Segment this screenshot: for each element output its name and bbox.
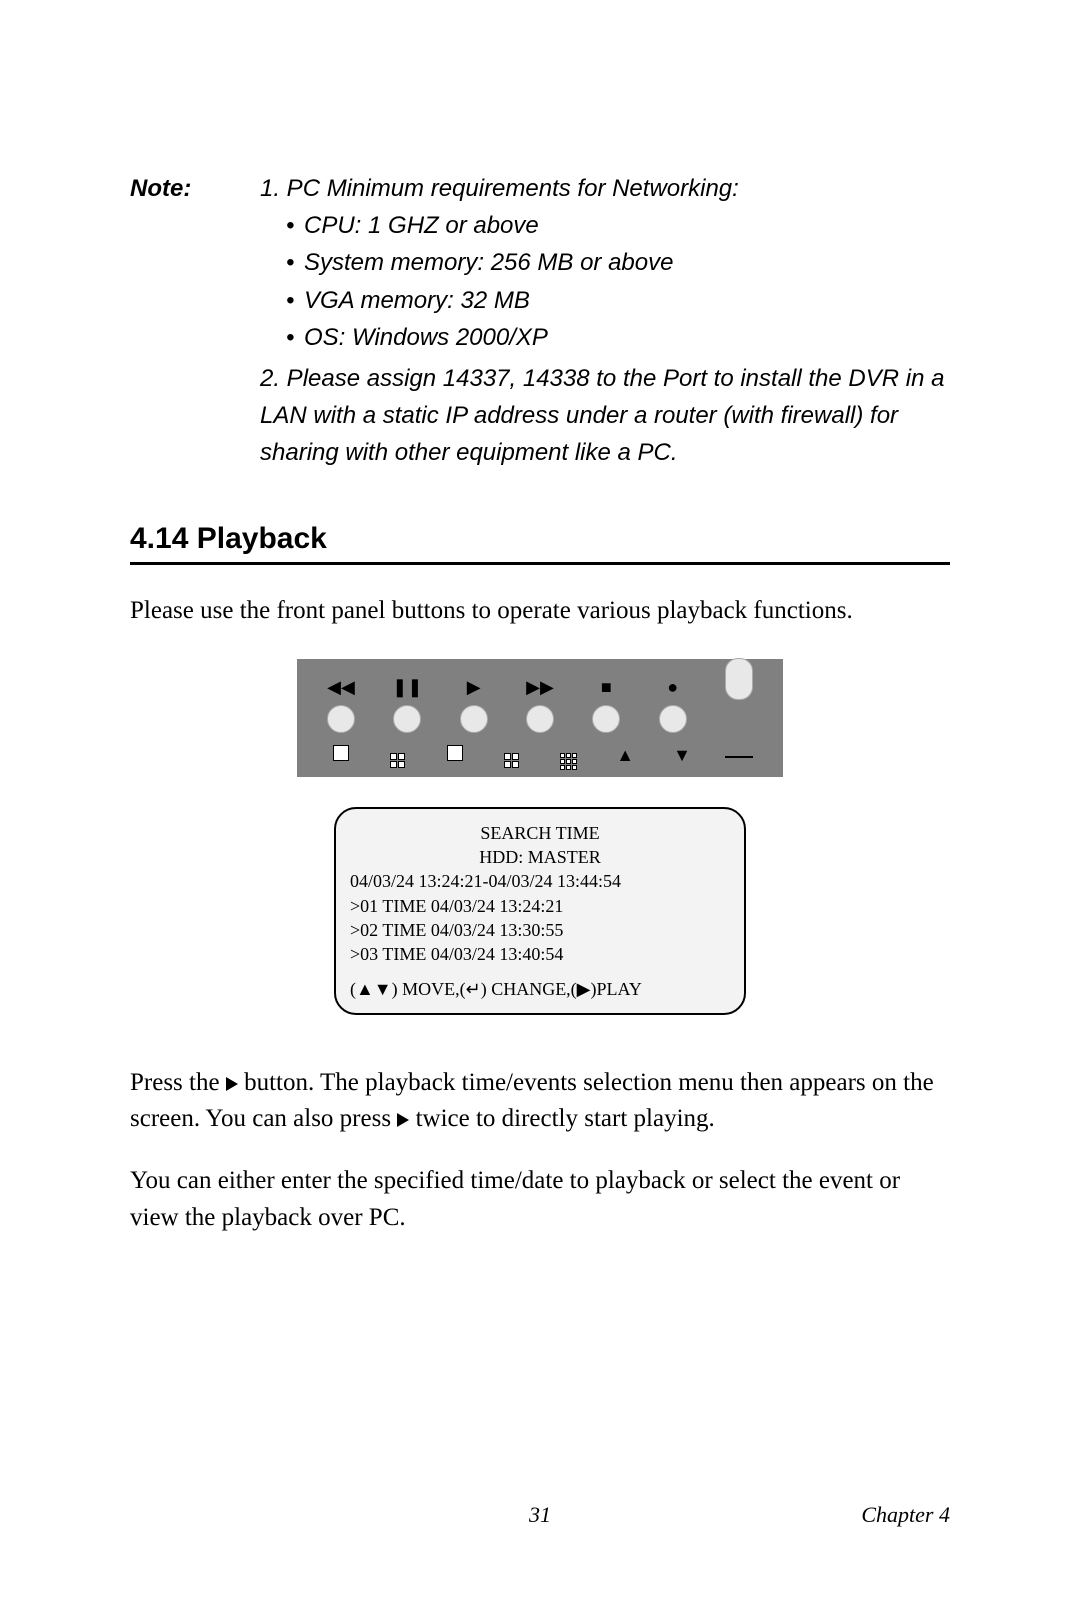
enter-button-graphic [713, 664, 765, 711]
note-item-1-lead: 1. PC Minimum requirements for Networkin… [260, 170, 950, 207]
paragraph-press-play: Press the button. The playback time/even… [130, 1065, 950, 1138]
paragraph-intro: Please use the front panel buttons to op… [130, 593, 950, 629]
note-label: Note: [130, 170, 260, 472]
rewind-icon: ◀◀ [315, 677, 367, 698]
note-item-2: 2. Please assign 14337, 14338 to the Por… [260, 360, 950, 472]
play-triangle-icon [397, 1113, 409, 1127]
page: Note: 1. PC Minimum requirements for Net… [0, 0, 1080, 1618]
view-quad-icon [372, 744, 424, 768]
play-icon: ▶ [448, 677, 500, 698]
play-triangle-icon [226, 1077, 238, 1091]
note-block: Note: 1. PC Minimum requirements for Net… [130, 170, 950, 472]
paragraph-options: You can either enter the specified time/… [130, 1163, 950, 1236]
button-circle [647, 705, 699, 738]
panel-row-buttons [315, 705, 765, 739]
view-grid-icon [542, 742, 594, 770]
note-body: 1. PC Minimum requirements for Networkin… [260, 170, 950, 472]
note-bullet-vga: VGA memory: 32 MB [286, 282, 950, 319]
panel-row-view: ▲ ▼ [315, 739, 765, 773]
button-circle [448, 705, 500, 738]
osd-range: 04/03/24 13:24:21-04/03/24 13:44:54 [350, 869, 730, 893]
view-single2-icon [429, 745, 481, 766]
note-bullet-list: CPU: 1 GHZ or above System memory: 256 M… [260, 207, 950, 356]
osd-hint: (▲▼) MOVE,(↵) CHANGE,(▶)PLAY [350, 977, 730, 1001]
button-circle [315, 705, 367, 738]
p2-part-a: Press the [130, 1069, 226, 1096]
page-number: 31 [130, 1502, 950, 1528]
view-single-icon [315, 745, 367, 766]
front-panel-graphic: ◀◀ ❚❚ ▶ ▶▶ ■ ● [297, 659, 783, 777]
chapter-label: Chapter 4 [861, 1502, 950, 1528]
osd-entry-1: >01 TIME 04/03/24 13:24:21 [350, 894, 730, 918]
down-icon: ▼ [656, 745, 708, 766]
stop-icon: ■ [580, 677, 632, 698]
button-circle [381, 705, 433, 738]
button-circle [580, 705, 632, 738]
panel-row-icons: ◀◀ ❚❚ ▶ ▶▶ ■ ● [315, 671, 765, 705]
osd-entry-2: >02 TIME 04/03/24 13:30:55 [350, 918, 730, 942]
osd-screen-graphic: SEARCH TIME HDD: MASTER 04/03/24 13:24:2… [334, 807, 746, 1015]
ffwd-icon: ▶▶ [514, 677, 566, 698]
section-rule [130, 562, 950, 565]
view-multi-icon [486, 744, 538, 768]
osd-title: SEARCH TIME [350, 821, 730, 845]
pause-icon: ❚❚ [381, 677, 433, 698]
button-circle [514, 705, 566, 738]
figure-wrap: ◀◀ ❚❚ ▶ ▶▶ ■ ● [130, 659, 950, 1015]
note-bullet-cpu: CPU: 1 GHZ or above [286, 207, 950, 244]
up-icon: ▲ [599, 745, 651, 766]
record-icon: ● [647, 677, 699, 698]
section-heading: 4.14 Playback [130, 522, 950, 556]
osd-hdd: HDD: MASTER [350, 845, 730, 869]
note-bullet-os: OS: Windows 2000/XP [286, 319, 950, 356]
note-bullet-memory: System memory: 256 MB or above [286, 244, 950, 281]
osd-entry-3: >03 TIME 04/03/24 13:40:54 [350, 942, 730, 966]
page-footer: 31 Chapter 4 [0, 1502, 1080, 1528]
dash-icon [713, 745, 765, 766]
p2-part-c: twice to directly start playing. [416, 1105, 715, 1132]
